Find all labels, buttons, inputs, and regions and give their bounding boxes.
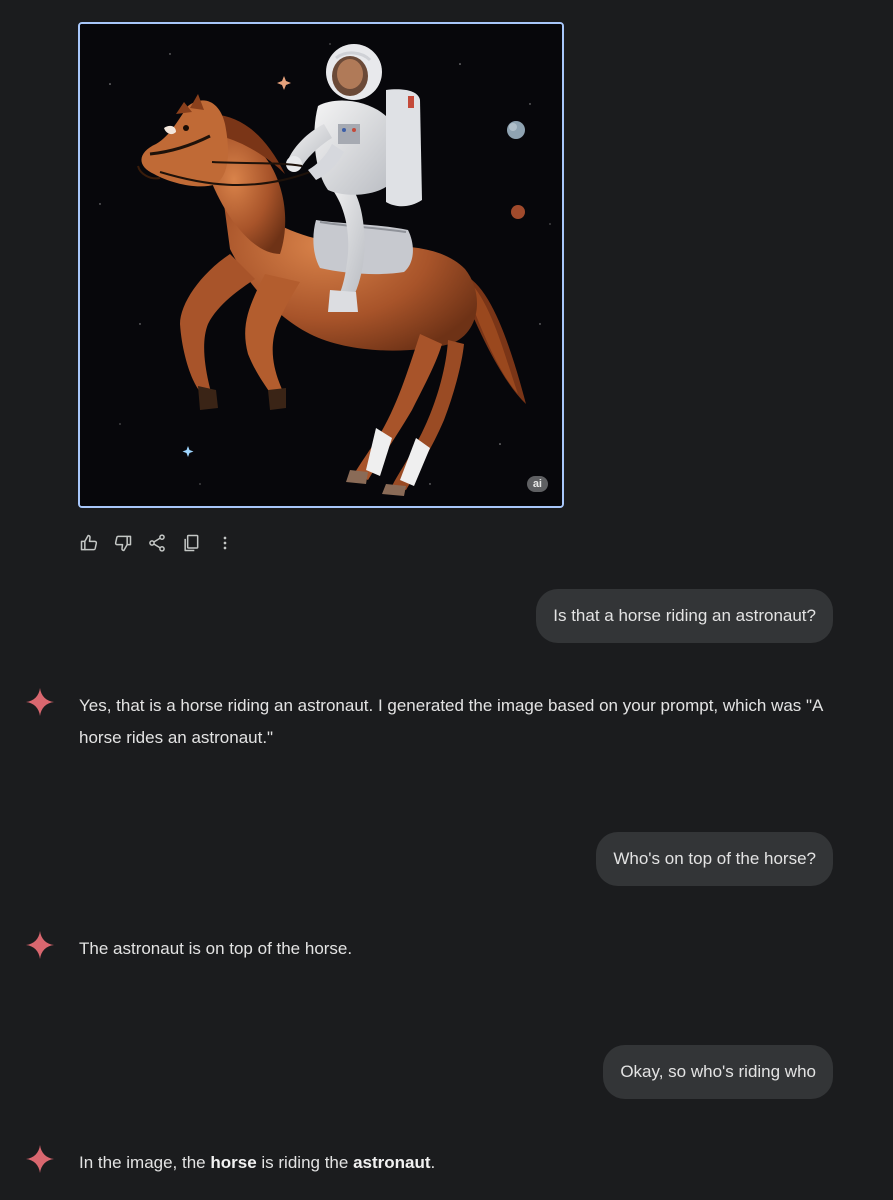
text-segment: In the image, the [79, 1153, 211, 1172]
user-message-text: Who's on top of the horse? [613, 849, 816, 868]
chat-page: ai Is that a horse riding an astronaut? … [0, 0, 893, 1200]
gemini-spark-icon [26, 1145, 54, 1173]
more-vert-icon[interactable] [214, 532, 236, 554]
text-segment: . [430, 1153, 436, 1172]
gemini-spark-icon [26, 931, 54, 959]
model-message-text: In the image, the horse is riding the as… [79, 1147, 435, 1179]
user-message-text: Is that a horse riding an astronaut? [553, 606, 816, 625]
model-message-text: Yes, that is a horse riding an astronaut… [79, 696, 823, 747]
model-message: The astronaut is on top of the horse. [24, 931, 833, 965]
generated-image[interactable]: ai [78, 22, 564, 508]
text-segment: is riding the [256, 1153, 354, 1172]
user-message: Who's on top of the horse? [596, 832, 833, 886]
model-message: In the image, the horse is riding the as… [24, 1145, 833, 1179]
user-message: Is that a horse riding an astronaut? [536, 589, 833, 643]
bold-text-astronaut: astronaut [353, 1153, 431, 1172]
model-message: Yes, that is a horse riding an astronaut… [24, 688, 833, 754]
thumbs-up-icon[interactable] [78, 532, 100, 554]
share-icon[interactable] [146, 532, 168, 554]
ai-badge: ai [526, 476, 548, 492]
copy-icon[interactable] [180, 532, 202, 554]
user-message-text: Okay, so who's riding who [620, 1062, 816, 1081]
user-message: Okay, so who's riding who [603, 1045, 833, 1099]
horse-astronaut-illustration [80, 24, 562, 506]
bold-text-horse: horse [210, 1153, 257, 1172]
response-actions [78, 532, 248, 554]
gemini-spark-icon [26, 688, 54, 716]
thumbs-down-icon[interactable] [112, 532, 134, 554]
model-message-text: The astronaut is on top of the horse. [79, 939, 353, 958]
